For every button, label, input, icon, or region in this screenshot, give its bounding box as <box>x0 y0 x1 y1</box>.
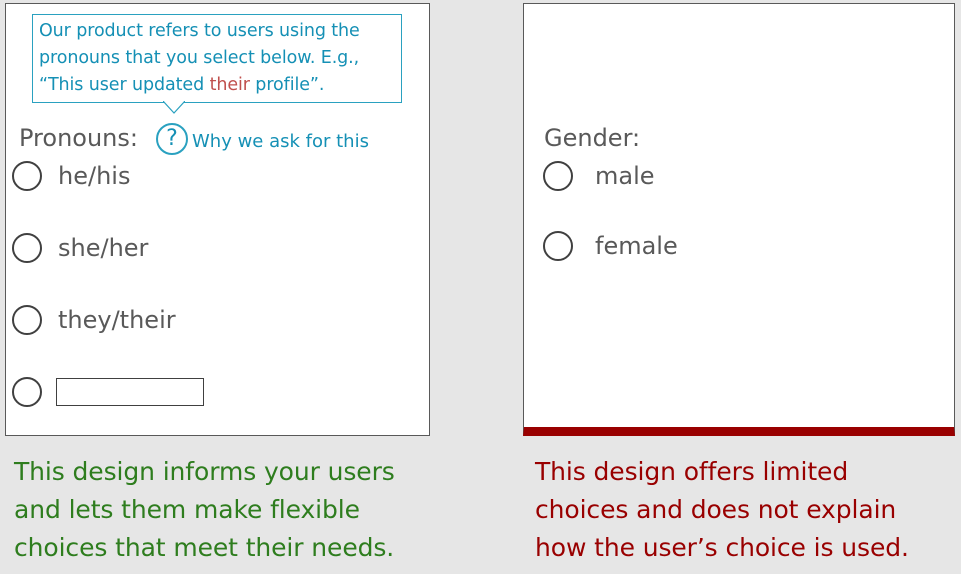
caption-line: how the user’s choice is used. <box>535 533 909 562</box>
pronoun-option-he[interactable]: he/his <box>12 161 130 191</box>
gender-option-label: male <box>595 162 655 190</box>
good-design-caption: This design informs your users and lets … <box>14 453 395 567</box>
radio-circle-icon[interactable] <box>543 161 573 191</box>
radio-circle-icon[interactable] <box>543 231 573 261</box>
pronouns-explanation-tooltip: Our product refers to users using the pr… <box>32 14 402 103</box>
caption-line: and lets them make flexible <box>14 495 360 524</box>
caption-line: This design informs your users <box>14 457 395 486</box>
caption-line: This design offers limited <box>535 457 849 486</box>
pronouns-form-panel: Our product refers to users using the pr… <box>5 3 430 436</box>
gender-form-panel: Gender: male female <box>523 3 955 436</box>
gender-option-label: female <box>595 232 678 260</box>
pronoun-option-they[interactable]: they/their <box>12 305 176 335</box>
gender-option-female[interactable]: female <box>543 231 678 261</box>
custom-pronoun-input[interactable] <box>56 378 204 406</box>
gender-label: Gender: <box>544 124 641 152</box>
tooltip-text-after: profile”. <box>249 75 325 95</box>
caption-line: choices that meet their needs. <box>14 533 395 562</box>
radio-circle-icon[interactable] <box>12 377 42 407</box>
radio-circle-icon[interactable] <box>12 233 42 263</box>
radio-circle-icon[interactable] <box>12 161 42 191</box>
gender-option-male[interactable]: male <box>543 161 655 191</box>
pronoun-option-label: he/his <box>58 162 131 190</box>
bad-design-caption: This design offers limited choices and d… <box>535 453 909 567</box>
pronoun-option-custom[interactable] <box>12 377 204 407</box>
pronoun-option-she[interactable]: she/her <box>12 233 148 263</box>
pronouns-label: Pronouns: <box>19 124 138 152</box>
pronoun-option-label: they/their <box>58 306 176 334</box>
pronoun-option-label: she/her <box>58 234 149 262</box>
caption-line: choices and does not explain <box>535 495 897 524</box>
question-circle-icon[interactable]: ? <box>156 123 188 155</box>
radio-circle-icon[interactable] <box>12 305 42 335</box>
why-we-ask-link[interactable]: Why we ask for this <box>192 130 369 154</box>
tooltip-highlight: their <box>209 75 250 95</box>
